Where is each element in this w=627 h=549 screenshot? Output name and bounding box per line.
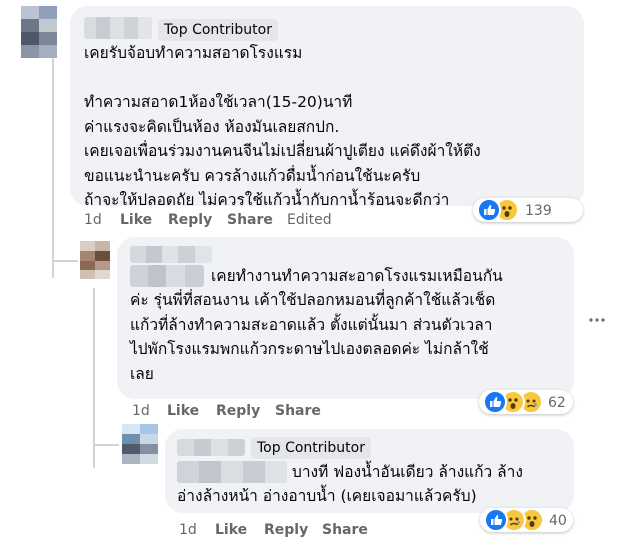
avatar[interactable] <box>21 6 57 58</box>
comment-text: ค่ะ รุ่นพี่ที่สอนงาน เค้าใช้ปลอกหมอนที่ล… <box>130 291 496 383</box>
comment-text: เคยรับจ้อบทำความสอาดโรงแรม ทำความสอาด1ห้… <box>84 44 481 209</box>
top-contributor-badge: Top Contributor <box>158 19 278 41</box>
thread-line <box>93 288 95 468</box>
comment-text-first-line: บางที ฟองน้ำอันเดียว ล้างแก้ว ล้าง <box>292 463 523 481</box>
like-button[interactable]: Like <box>167 403 199 419</box>
author-name-blurred[interactable] <box>130 246 212 263</box>
like-reaction-icon <box>477 198 501 222</box>
like-button[interactable]: Like <box>120 212 152 228</box>
share-button[interactable]: Share <box>227 212 273 228</box>
reply-button[interactable]: Reply <box>216 403 260 419</box>
share-button[interactable]: Share <box>275 403 321 419</box>
share-button[interactable]: Share <box>322 522 368 538</box>
like-reaction-icon <box>483 390 507 414</box>
comment-text-first-line: เคยทำงานทำความสะอาดโรงแรมเหมือนกัน <box>211 267 503 285</box>
thread-line <box>52 52 54 278</box>
avatar[interactable] <box>122 424 158 464</box>
author-name-blurred[interactable] <box>177 439 245 456</box>
like-reaction-icon <box>484 508 508 532</box>
comment-text: อ่างล้างหน้า อ่างอาบน้ำ (เคยเจอมาแล้วครั… <box>177 487 477 505</box>
reaction-count[interactable]: 40 <box>549 513 567 529</box>
author-name-blurred[interactable] <box>177 461 287 483</box>
author-name-blurred[interactable] <box>84 17 152 39</box>
reaction-count[interactable]: 139 <box>525 203 552 219</box>
edited-label: Edited <box>287 212 332 228</box>
reply-button[interactable]: Reply <box>168 212 212 228</box>
thread-line-curve <box>52 260 78 262</box>
thread-line-curve <box>93 444 119 446</box>
reply-button[interactable]: Reply <box>264 522 308 538</box>
comment-time[interactable]: 1d <box>132 403 150 419</box>
like-button[interactable]: Like <box>215 522 247 538</box>
reaction-count[interactable]: 62 <box>548 395 566 411</box>
comment-time[interactable]: 1d <box>84 212 102 228</box>
more-dots-icon[interactable] <box>588 311 606 329</box>
comment-time[interactable]: 1d <box>179 522 197 538</box>
avatar[interactable] <box>80 241 110 279</box>
top-contributor-badge: Top Contributor <box>251 437 371 459</box>
author-name-blurred[interactable] <box>130 265 204 287</box>
